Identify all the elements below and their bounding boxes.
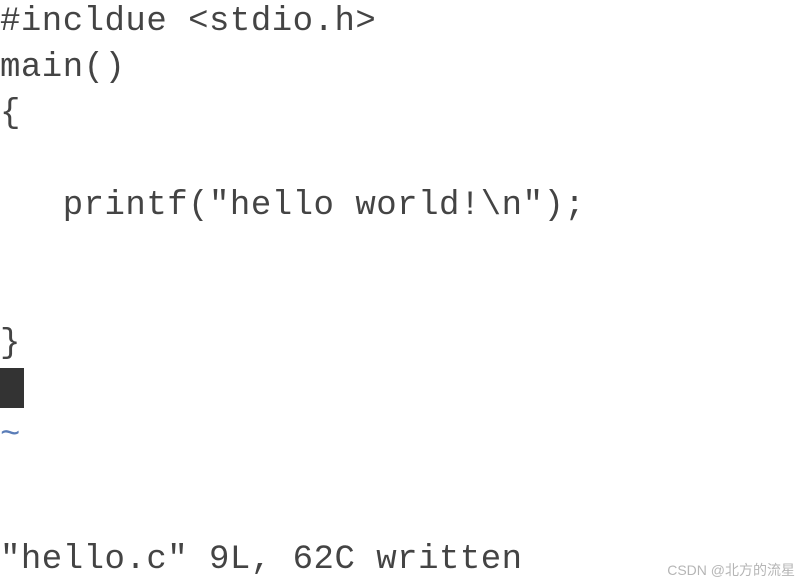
code-line: [0, 276, 803, 322]
cursor-block-icon: [0, 368, 24, 408]
vim-status-line: "hello.c" 9L, 62C written: [0, 538, 523, 584]
code-line: printf("hello world!\n");: [0, 184, 803, 230]
code-line: [0, 230, 803, 276]
code-line: {: [0, 92, 803, 138]
cursor-line: [0, 368, 803, 414]
code-line: #incldue <stdio.h>: [0, 0, 803, 46]
text-editor-area[interactable]: #incldue <stdio.h> main() { printf("hell…: [0, 0, 803, 460]
empty-line-tilde: ~: [0, 414, 803, 460]
code-line: main(): [0, 46, 803, 92]
code-line: [0, 138, 803, 184]
watermark-text: CSDN @北方的流星: [667, 561, 795, 580]
code-line: }: [0, 322, 803, 368]
